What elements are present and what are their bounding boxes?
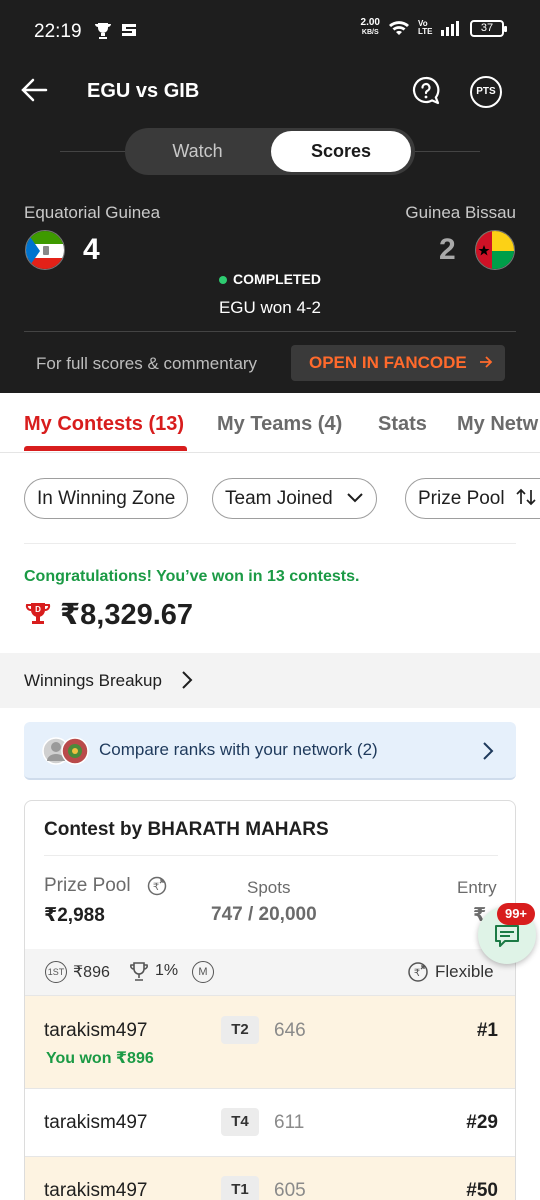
contest-tabs: My Contests (13) My Teams (4) Stats My N… bbox=[0, 393, 540, 453]
first-prize-icon: 1ST bbox=[45, 961, 67, 983]
team-rank: #1 bbox=[476, 1020, 498, 1041]
team-owner-name: tarakism497 bbox=[44, 1180, 148, 1200]
svg-text:₹: ₹ bbox=[414, 968, 420, 979]
live-status-dot bbox=[219, 276, 228, 284]
multi-entry-icon: M bbox=[192, 961, 214, 983]
chat-unread-badge: 99+ bbox=[497, 903, 535, 925]
equatorial-guinea-flag-icon bbox=[25, 230, 65, 270]
match-result: EGU won 4-2 bbox=[218, 298, 322, 317]
compare-ranks-banner[interactable]: Compare ranks with your network (2) bbox=[24, 722, 516, 780]
divider bbox=[24, 543, 516, 544]
tab-stats[interactable]: Stats bbox=[378, 413, 427, 436]
svg-text:₹: ₹ bbox=[153, 882, 159, 893]
total-winnings: ₹8,329.67 bbox=[60, 599, 194, 631]
tab-my-teams[interactable]: My Teams (4) bbox=[217, 413, 342, 436]
trophy-icon: D bbox=[25, 603, 51, 624]
team-right-name: Guinea Bissau bbox=[405, 203, 516, 222]
team-owner-name: tarakism497 bbox=[44, 1112, 148, 1133]
guinea-bissau-flag-icon bbox=[475, 230, 515, 270]
fancode-button-label: OPEN IN FANCODE bbox=[309, 353, 467, 372]
segment-line-right bbox=[414, 151, 480, 152]
team-points: 646 bbox=[274, 1020, 306, 1041]
team-label: T4 bbox=[221, 1108, 259, 1136]
points-system-button[interactable]: PTS bbox=[470, 76, 502, 108]
compare-ranks-text: Compare ranks with your network (2) bbox=[99, 740, 378, 759]
status-right-group: 2.00 KB/S Vo LTE 37 bbox=[361, 18, 507, 38]
help-chat-icon[interactable] bbox=[410, 75, 442, 107]
speed-value: 2.00 bbox=[360, 17, 380, 28]
team-owner-name: tarakism497 bbox=[44, 1020, 148, 1041]
scores-tab[interactable]: Scores bbox=[271, 131, 411, 172]
wifi-icon bbox=[389, 21, 409, 35]
status-time: 22:19 bbox=[34, 21, 82, 42]
score-right: 2 bbox=[439, 233, 456, 266]
spots-label: Spots bbox=[247, 878, 291, 897]
team-left-name: Equatorial Guinea bbox=[24, 203, 161, 222]
prize-pool-label: Prize Pool bbox=[44, 875, 131, 896]
team-rank: #29 bbox=[466, 1112, 498, 1133]
team-points: 605 bbox=[274, 1180, 306, 1200]
full-scores-text: For full scores & commentary bbox=[36, 354, 258, 373]
filter-prize-pool-label: Prize Pool bbox=[418, 488, 505, 509]
segment-line-left bbox=[60, 151, 126, 152]
score-left: 4 bbox=[83, 233, 100, 266]
match-header-section: 22:19 2.00 KB/S Vo LTE 37 EGU vs GIB PTS… bbox=[0, 0, 540, 393]
watch-tab[interactable]: Watch bbox=[125, 128, 270, 175]
team-rank: #50 bbox=[466, 1180, 498, 1200]
chevron-right-icon bbox=[483, 742, 494, 760]
prize-pool-value: ₹2,988 bbox=[44, 905, 105, 926]
match-status: COMPLETED bbox=[0, 271, 540, 287]
match-status-text: COMPLETED bbox=[233, 271, 321, 287]
app-status-icon bbox=[122, 24, 136, 36]
speed-unit: KB/S bbox=[361, 29, 379, 36]
contest-title: Contest by BHARATH MAHARS bbox=[44, 819, 329, 840]
congrats-message: Congratulations! You’ve won in 13 contes… bbox=[24, 568, 360, 585]
chevron-right-icon bbox=[182, 671, 193, 689]
flexible-icon: ₹ bbox=[408, 962, 428, 982]
back-arrow-icon[interactable] bbox=[20, 76, 48, 104]
divider bbox=[24, 331, 516, 332]
page-title: EGU vs GIB bbox=[87, 80, 200, 102]
team-label: T2 bbox=[221, 1016, 259, 1044]
open-in-fancode-button[interactable]: OPEN IN FANCODE bbox=[291, 345, 505, 381]
filter-in-winning-zone[interactable]: In Winning Zone bbox=[24, 478, 189, 519]
contest-card[interactable]: Contest by BHARATH MAHARS Prize Pool ₹ ₹… bbox=[24, 800, 516, 1200]
filter-team-joined-label: Team Joined bbox=[225, 488, 333, 509]
prize-pool-info-icon[interactable]: ₹ bbox=[147, 876, 167, 896]
trophy-outline-icon bbox=[130, 962, 148, 981]
winners-percentage: 1% bbox=[155, 962, 179, 979]
winnings-breakup-label: Winnings Breakup bbox=[24, 671, 162, 690]
winnings-breakup-link[interactable]: Winnings Breakup bbox=[0, 653, 540, 708]
team-row[interactable]: tarakism497 You won ₹896 T2 646 #1 bbox=[25, 995, 515, 1088]
top-app-bar: EGU vs GIB PTS bbox=[0, 66, 540, 118]
watch-scores-toggle: Watch Scores bbox=[125, 128, 415, 175]
tab-my-contests[interactable]: My Contests (13) bbox=[24, 413, 184, 436]
chevron-down-icon bbox=[347, 493, 363, 503]
svg-text:D: D bbox=[35, 605, 41, 614]
first-prize-amount: ₹896 bbox=[73, 964, 110, 981]
arrow-right-icon bbox=[480, 356, 493, 368]
network-speed: 2.00 KB/S bbox=[361, 18, 380, 38]
contest-meta-bar: 1ST ₹896 1% M ₹ Flexible bbox=[25, 949, 515, 995]
active-tab-indicator bbox=[24, 446, 187, 451]
filter-prize-pool[interactable]: Prize Pool bbox=[405, 478, 540, 519]
entry-label: Entry bbox=[457, 878, 497, 897]
sort-icon bbox=[516, 488, 536, 506]
team-row[interactable]: tarakism497 T4 611 #29 bbox=[25, 1088, 515, 1156]
flexible-label: Flexible bbox=[435, 962, 494, 981]
status-bar: 22:19 2.00 KB/S Vo LTE 37 bbox=[0, 0, 540, 62]
spots-value: 747 / 20,000 bbox=[211, 904, 317, 925]
team-points: 611 bbox=[274, 1112, 305, 1133]
team-row[interactable]: tarakism497 T1 605 #50 bbox=[25, 1156, 515, 1200]
filter-team-joined[interactable]: Team Joined bbox=[212, 478, 378, 519]
divider bbox=[44, 855, 498, 856]
signal-icon bbox=[441, 21, 459, 36]
tab-my-network[interactable]: My Netw bbox=[457, 413, 538, 436]
winning-amount: You won ₹896 bbox=[46, 1050, 154, 1067]
battery-icon: 37 bbox=[470, 19, 507, 37]
trophy-status-icon bbox=[95, 23, 111, 39]
network-avatars bbox=[42, 737, 89, 765]
team-label: T1 bbox=[221, 1176, 259, 1200]
volte-label: Vo LTE bbox=[418, 19, 433, 36]
